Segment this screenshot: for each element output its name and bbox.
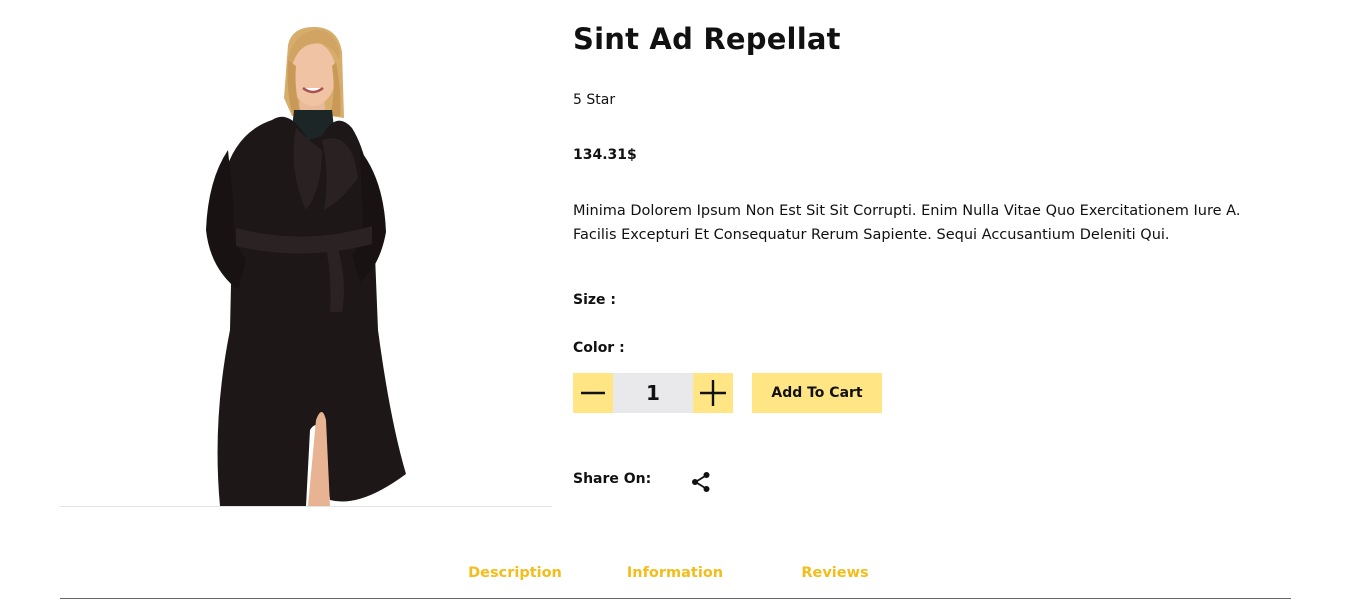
tab-reviews[interactable]: Reviews [801, 565, 868, 581]
quantity-stepper [573, 373, 733, 413]
product-title: Sint Ad Repellat [573, 22, 841, 56]
tab-description[interactable]: Description [468, 565, 562, 581]
product-photo [206, 26, 406, 506]
tab-information[interactable]: Information [627, 565, 723, 581]
decrement-button[interactable] [573, 373, 613, 413]
product-image [60, 0, 552, 507]
minus-icon [581, 391, 605, 395]
add-to-cart-button[interactable]: Add To Cart [752, 373, 882, 413]
product-rating: 5 Star [573, 92, 616, 108]
product-description: Minima Dolorem Ipsum Non Est Sit Sit Cor… [573, 203, 1241, 243]
color-label: Color : [573, 340, 625, 356]
product-tabs: Description Information Reviews [60, 560, 1291, 599]
product-price: 134.31$ [573, 147, 637, 163]
share-label: Share On: [573, 471, 652, 487]
size-label: Size : [573, 292, 616, 308]
increment-button[interactable] [693, 373, 733, 413]
share-icon[interactable] [690, 471, 712, 493]
quantity-input[interactable] [613, 373, 693, 413]
plus-icon [700, 380, 726, 406]
